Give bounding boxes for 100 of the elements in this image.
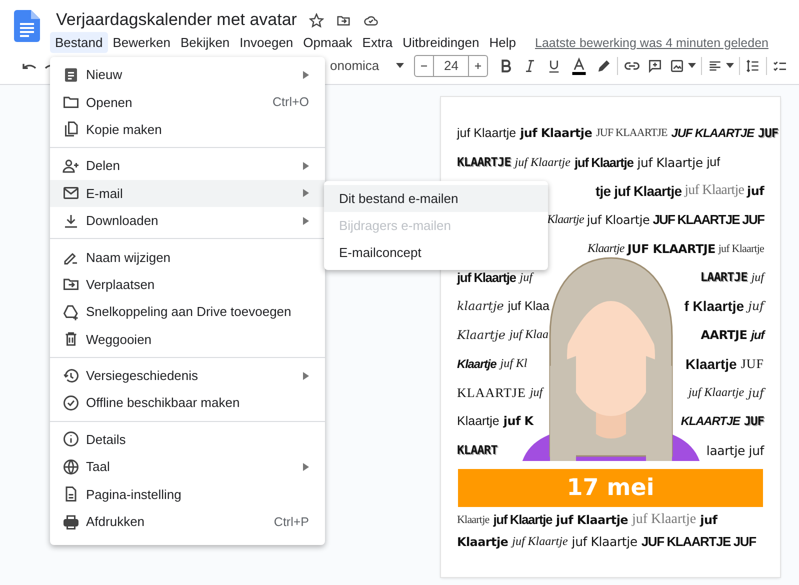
document-text: Klaartje (588, 241, 624, 256)
document-text: KLAART (457, 443, 498, 458)
document-text: juf Klaartje (684, 182, 744, 199)
add-person-icon (62, 156, 80, 175)
document-text: KLAARTJE (680, 414, 740, 428)
document-text: juf Klaartje (574, 154, 634, 170)
document-text: KLAARTJE (457, 155, 511, 170)
menu-item[interactable]: Versiegeschiedenis (50, 362, 325, 390)
menu-item[interactable]: E-mail (50, 180, 325, 207)
document-text: juf Kloartje (586, 212, 650, 227)
document-text: juf Kl (500, 356, 528, 372)
document-text: tje juf Klaartje (595, 182, 682, 199)
document-text: juf Klaartje (556, 512, 628, 527)
document-text: juf Klaartje (637, 154, 703, 170)
document-text: Klaartje (547, 212, 584, 228)
document-text: Klaartje (457, 414, 500, 428)
document-text: KLAARTJE (457, 384, 526, 401)
document-text: Klaartje (457, 356, 496, 371)
document-text: juf (748, 386, 764, 400)
font-size-field[interactable]: 24 (433, 56, 470, 76)
document-text: JUF (740, 356, 764, 372)
date-banner: 17 mei (458, 468, 763, 507)
menu-bar-item[interactable]: Extra (357, 32, 398, 53)
document-text: juf Klaartje (457, 270, 516, 285)
menu-item[interactable]: Delen (50, 152, 325, 180)
document-text: LAARTJE (700, 270, 748, 284)
globe-icon (62, 458, 80, 476)
document-text: juf Klaartje (520, 126, 592, 140)
menu-bar-item[interactable]: Invoegen (234, 32, 298, 53)
document-text: laartje juf (706, 442, 764, 458)
caret-icon[interactable] (726, 63, 734, 68)
submenu-item[interactable]: Dit bestand e-mailen (324, 185, 548, 212)
comment-icon (647, 58, 664, 74)
document-text: juf (751, 328, 764, 342)
document-text: juf Klaartje (632, 512, 696, 528)
menu-item[interactable]: Nieuw (50, 61, 325, 88)
menu-item[interactable]: Verplaatsen (50, 270, 325, 298)
caret-icon[interactable] (688, 63, 696, 68)
menu-item[interactable]: Offline beschikbaar maken (50, 389, 325, 417)
menu-item[interactable]: Naam wijzigen (50, 243, 325, 271)
document-text: JUF KLAARTJE JUF (641, 534, 756, 550)
star-icon[interactable] (308, 12, 324, 28)
document-text: juf Klaartje (493, 512, 552, 528)
document-text: Klaartje (685, 356, 737, 372)
document-text: JUF KLAARTJE (671, 126, 754, 140)
document-text: Klaartje (457, 328, 506, 342)
document-text: juf Klaartje (572, 534, 638, 550)
caret-icon[interactable] (396, 63, 404, 68)
menu-item[interactable]: Openen Ctrl+O (50, 88, 325, 116)
menu-bar-item[interactable]: Opmaak (298, 32, 358, 53)
menu-item[interactable]: Snelkoppeling aan Drive toevoegen (50, 298, 325, 326)
document-icon (62, 66, 80, 84)
menu-bar-item[interactable]: Bewerken (108, 32, 176, 53)
document-text: juf Klaartje (688, 385, 744, 400)
triangle-plus-icon (62, 302, 80, 321)
submenu-item[interactable]: E-mailconcept (324, 239, 548, 266)
font-size-control[interactable]: 24 (414, 54, 488, 76)
last-edit-link[interactable]: Laatste bewerking was 4 minuten geleden (535, 36, 768, 50)
document-text: juf Klaa (510, 327, 549, 342)
menu-item[interactable]: Details (50, 426, 325, 454)
line-spacing-icon (745, 58, 762, 74)
document-text: juf (747, 184, 764, 198)
printer-icon (62, 512, 80, 531)
check-circle-icon (62, 394, 80, 412)
document-title[interactable]: Verjaardagskalender met avatar (56, 10, 297, 30)
document-text: juf Klaartje (718, 242, 764, 255)
submenu-arrow-icon (303, 216, 309, 225)
submenu-arrow-icon (303, 70, 309, 79)
document-text: Klaartje (457, 534, 508, 549)
document-text: JUF KLAARTJE (596, 127, 668, 140)
highlighter-icon (596, 58, 612, 74)
menu-bar-item[interactable]: Help (484, 32, 521, 53)
image-icon (669, 58, 686, 74)
info-icon (62, 430, 80, 448)
menu-item[interactable]: Pagina-instelling (50, 480, 325, 508)
document-text: juf Klaartje (514, 154, 570, 170)
menu-bar-item[interactable]: Bestand (50, 32, 108, 53)
menu-bar-item[interactable]: Bekijken (176, 32, 235, 53)
copy-icon (62, 120, 80, 138)
document-text: juf (751, 270, 764, 285)
document-text: JUF (744, 414, 764, 428)
document-text: juf Klaartje (457, 126, 516, 140)
document-text: f Klaartje (684, 298, 744, 314)
document-text: JUF KLAARTJE (627, 242, 716, 256)
submenu-arrow-icon (303, 462, 309, 471)
document-text: juf (530, 385, 543, 400)
document-text: juf (706, 155, 720, 170)
docs-logo-icon (14, 10, 40, 42)
menu-item[interactable]: Afdrukken Ctrl+P (50, 508, 325, 536)
menu-bar-item[interactable]: Uitbreidingen (398, 32, 484, 53)
menu-item[interactable]: Taal (50, 453, 325, 480)
text-color-icon (570, 56, 588, 74)
menu-item[interactable]: Weggooien (50, 326, 325, 353)
document-text: Klaartje (457, 514, 490, 526)
menu-item[interactable]: Kopie maken (50, 116, 325, 144)
document-text: juf Klaa (508, 299, 550, 314)
document-text: juf (700, 512, 718, 527)
document-text: juf Klaartje (512, 534, 568, 550)
document-text: JUF (758, 126, 778, 140)
menu-item[interactable]: Downloaden (50, 206, 325, 234)
